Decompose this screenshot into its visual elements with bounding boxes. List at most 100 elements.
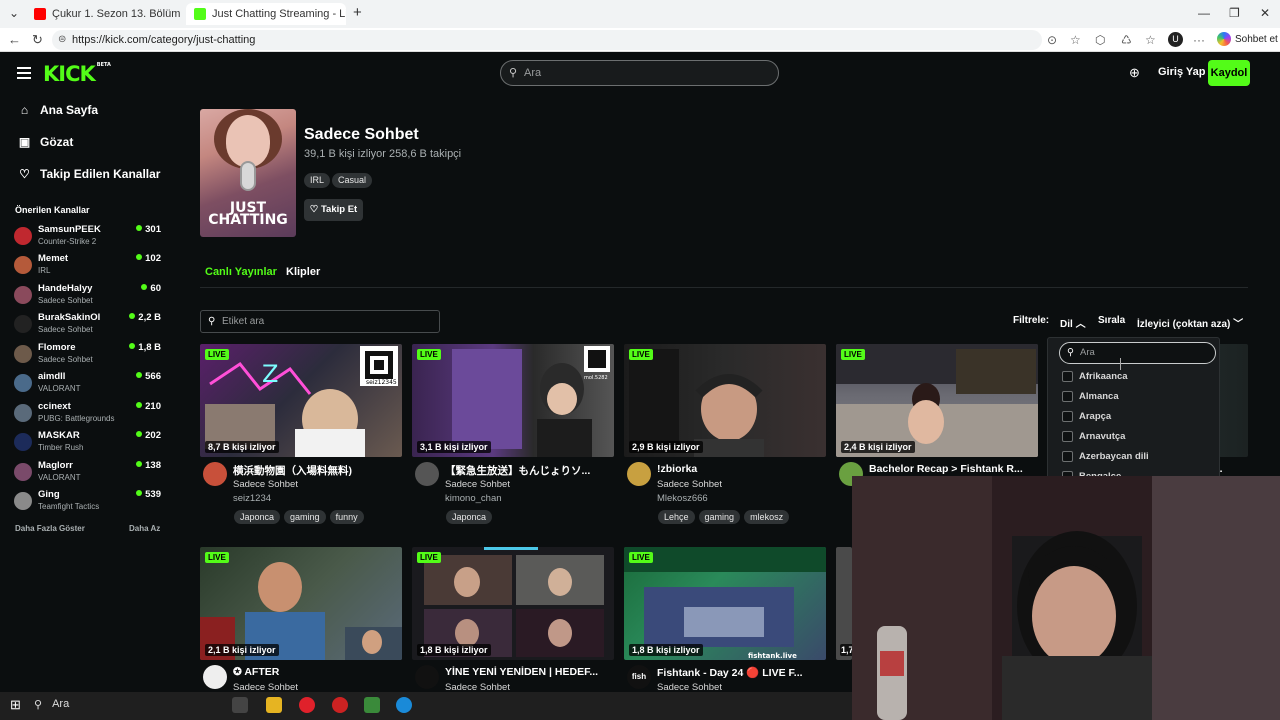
- copilot-button[interactable]: Sohbet et: [1217, 32, 1278, 46]
- edge-icon[interactable]: [396, 697, 412, 713]
- checkbox[interactable]: [1062, 431, 1073, 442]
- channel-item[interactable]: aimdll VALORANT 566: [14, 370, 164, 398]
- sidebar-item-following[interactable]: ♡ Takip Edilen Kanallar: [18, 167, 160, 181]
- checkbox[interactable]: [1062, 391, 1073, 402]
- favorite-star-icon[interactable]: ☆: [1070, 33, 1081, 47]
- tab-list-chevron-icon[interactable]: ⌄: [9, 6, 19, 20]
- profile-avatar[interactable]: U: [1168, 32, 1183, 47]
- tab-live-streams[interactable]: Canlı Yayınlar: [205, 266, 277, 278]
- browser-tab-kick[interactable]: Just Chatting Streaming - Live Stre ✕: [186, 3, 346, 25]
- stream-thumbnail[interactable]: mol.5282 LIVE 3,1 B kişi izliyor: [412, 344, 614, 457]
- tag-pill[interactable]: Japonca: [446, 510, 493, 524]
- channel-item[interactable]: Maglorr VALORANT 138: [14, 459, 164, 487]
- language-option[interactable]: Arnavutça: [1062, 431, 1125, 442]
- close-window-icon[interactable]: ✕: [1260, 6, 1270, 20]
- avatar[interactable]: [415, 462, 439, 486]
- language-option[interactable]: Azerbaycan dili: [1062, 451, 1149, 462]
- avatar[interactable]: [415, 665, 439, 689]
- avatar[interactable]: [627, 462, 651, 486]
- maximize-icon[interactable]: ❐: [1229, 6, 1240, 20]
- avatar[interactable]: [203, 462, 227, 486]
- checkbox[interactable]: [1062, 451, 1073, 462]
- favorites-icon[interactable]: ☆: [1145, 33, 1156, 47]
- stream-title[interactable]: !zbiorka: [657, 463, 827, 475]
- more-menu-icon[interactable]: ···: [1193, 33, 1205, 47]
- stream-title[interactable]: Bachelor Recap > Fishtank R...: [869, 463, 1039, 475]
- url-field[interactable]: ⊜ https://kick.com/category/just-chattin…: [52, 30, 1042, 50]
- file-explorer-icon[interactable]: [266, 697, 282, 713]
- app-icon[interactable]: [332, 697, 348, 713]
- language-option[interactable]: Almanca: [1062, 391, 1119, 402]
- sidebar-item-home[interactable]: ⌂ Ana Sayfa: [18, 103, 98, 117]
- reader-icon[interactable]: ⊙: [1047, 33, 1057, 47]
- channel-item[interactable]: Memet IRL 102: [14, 252, 164, 280]
- app-icon[interactable]: [364, 697, 380, 713]
- stream-username[interactable]: seiz1234: [233, 493, 271, 504]
- stream-category[interactable]: Sadece Sohbet: [233, 479, 298, 490]
- stream-thumbnail[interactable]: LIVE 2,9 B kişi izliyor: [624, 344, 826, 457]
- back-icon[interactable]: ←: [8, 32, 21, 47]
- stream-thumbnail[interactable]: LIVE 2,1 B kişi izliyor: [200, 547, 402, 660]
- browser-tab-youtube[interactable]: Çukur 1. Sezon 13. Bölüm (Full HD) ✕: [26, 3, 184, 25]
- channel-item[interactable]: SamsunPEEK Counter-Strike 2 301: [14, 223, 164, 251]
- opera-icon[interactable]: [299, 697, 315, 713]
- tag-pill[interactable]: gaming: [698, 510, 741, 524]
- stream-thumbnail[interactable]: 1,7: [836, 547, 852, 660]
- sidebar-item-browse[interactable]: ▣ Gözat: [18, 135, 74, 149]
- stream-title[interactable]: 【緊急生放送】もんじょりソ...: [445, 463, 615, 478]
- refresh-icon[interactable]: ↻: [32, 32, 43, 48]
- channel-item[interactable]: Ging Teamfight Tactics 539: [14, 488, 164, 516]
- language-search-input[interactable]: ⚲ Ara: [1059, 342, 1216, 370]
- channel-item[interactable]: ccinext PUBG: Battlegrounds 210: [14, 400, 164, 428]
- signup-button[interactable]: Kaydol: [1208, 60, 1250, 86]
- language-globe-icon[interactable]: ⊕: [1129, 65, 1140, 81]
- tag-search-input[interactable]: ⚲ Etiket ara: [200, 310, 440, 333]
- tag-pill[interactable]: Lehçe: [658, 510, 695, 524]
- stream-title[interactable]: 横浜動物園（入場料無料): [233, 463, 403, 478]
- stream-thumbnail[interactable]: LIVE 1,8 B kişi izliyor: [412, 547, 614, 660]
- menu-hamburger-icon[interactable]: [17, 67, 31, 79]
- tag-pill[interactable]: mlekosz: [744, 510, 790, 524]
- show-more-button[interactable]: Daha Fazla Göster: [15, 524, 85, 533]
- tab-clips[interactable]: Klipler: [286, 266, 320, 278]
- search-input[interactable]: ⚲ Ara: [500, 60, 779, 86]
- stream-username[interactable]: kimono_chan: [445, 493, 502, 504]
- kick-logo[interactable]: KICK BETA: [43, 62, 111, 86]
- category-tag[interactable]: IRL: [304, 173, 331, 188]
- stream-thumbnail[interactable]: LIVE 2,4 B kişi izliyor: [836, 344, 1038, 457]
- tag-pill[interactable]: gaming: [284, 510, 326, 524]
- checkbox[interactable]: [1062, 411, 1073, 422]
- taskbar-search[interactable]: ⚲ Ara: [34, 698, 69, 711]
- checkbox[interactable]: [1062, 371, 1073, 382]
- sort-dropdown[interactable]: İzleyici (çoktan aza) ﹀: [1137, 315, 1243, 330]
- tag-pill[interactable]: funny: [329, 510, 364, 524]
- minimize-icon[interactable]: —: [1198, 6, 1210, 20]
- channel-item[interactable]: HandeHalyy Sadece Sohbet 60: [14, 282, 164, 310]
- new-tab-button[interactable]: +: [353, 4, 362, 21]
- language-option[interactable]: Afrikaanca: [1062, 371, 1128, 382]
- channel-item[interactable]: MASKAR Timber Rush 202: [14, 429, 164, 457]
- windows-start-icon[interactable]: ⊞: [10, 697, 26, 713]
- extensions-icon[interactable]: ⬡: [1095, 33, 1105, 47]
- read-aloud-icon[interactable]: ♺: [1121, 33, 1132, 47]
- language-option[interactable]: Arapça: [1062, 411, 1111, 422]
- task-view-icon[interactable]: [232, 697, 248, 713]
- category-tag[interactable]: Casual: [332, 173, 373, 188]
- stream-category[interactable]: Sadece Sohbet: [445, 479, 510, 490]
- login-button[interactable]: Giriş Yap: [1158, 66, 1206, 78]
- stream-category[interactable]: Sadece Sohbet: [657, 479, 722, 490]
- stream-title[interactable]: YİNE YENİ YENİDEN | HEDEF...: [445, 666, 615, 678]
- stream-username[interactable]: Mlekosz666: [657, 493, 708, 504]
- language-filter-button[interactable]: Dil ︿: [1060, 315, 1086, 330]
- channel-item[interactable]: Flomore Sadece Sohbet 1,8 B: [14, 341, 164, 369]
- tag-pill[interactable]: Japonca: [234, 510, 281, 524]
- follow-button[interactable]: ♡ Takip Et: [304, 199, 363, 221]
- site-info-icon[interactable]: ⊜: [58, 30, 66, 50]
- show-less-button[interactable]: Daha Az: [129, 524, 160, 533]
- stream-thumbnail[interactable]: Z seiz12345 LIVE 8,7 B kişi izliyor: [200, 344, 402, 457]
- stream-title[interactable]: Fishtank - Day 24 🔴 LIVE F...: [657, 666, 827, 679]
- avatar[interactable]: [203, 665, 227, 689]
- stream-title[interactable]: ✪ AFTER: [233, 666, 403, 678]
- avatar[interactable]: fish: [627, 665, 651, 689]
- channel-item[interactable]: BurakSakinOl Sadece Sohbet 2,2 B: [14, 311, 164, 339]
